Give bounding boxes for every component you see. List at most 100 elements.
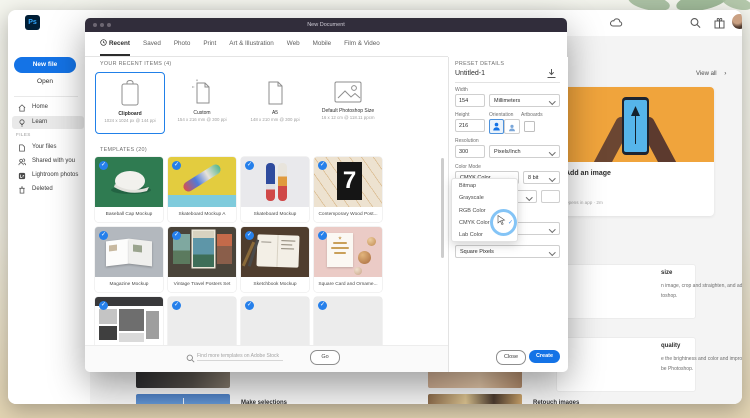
tip-line: toshop. [661,292,677,301]
tutorial-thumb-make-selections[interactable] [136,394,230,404]
option-grayscale[interactable]: Grayscale [452,192,517,204]
search-icon [186,354,195,363]
tip-card-image-size[interactable]: size n image, crop and straighten, and a… [556,264,696,319]
recent-item-default-photoshop-size[interactable]: Default Photoshop Size 16 x 12 cm @ 118.… [314,72,382,132]
ornament-ball [358,251,371,264]
width-input[interactable] [455,94,485,107]
selected-check-badge [99,301,108,310]
template-square-card-ornaments[interactable]: Square Card and Orname... [314,227,382,292]
template-sketchbook-mockup[interactable]: Sketchbook Mockup [241,227,309,292]
tip-title: size [661,270,672,276]
orientation-portrait-button[interactable] [489,119,504,134]
tutorial-row-label[interactable]: Make selections [241,400,287,404]
magazine-photo [133,244,142,252]
magazine-photo [109,245,117,252]
template-baseball-cap-mockup[interactable]: Baseball Cap Mockup [95,157,163,222]
collage-photo [99,309,117,324]
template-skateboard-mockup[interactable]: Skateboard Mockup [241,157,309,222]
scrollbar-thumb[interactable] [441,158,444,258]
cursor-icon [497,215,506,225]
phone-screen [624,100,647,152]
recent-item-dims: 154 x 216 mm @ 300 ppi [168,117,236,122]
recent-item-dims: 16 x 12 cm @ 118.11 ppcm [314,115,382,120]
stock-search-input[interactable] [197,352,283,361]
collage-photo [119,309,144,331]
account-avatar[interactable] [732,14,742,29]
learn-bulb-icon [18,119,26,127]
people-icon [18,158,26,166]
skateboard-deck [266,163,275,201]
tab-recent[interactable]: Recent [100,32,130,56]
promo-card-add-an-image[interactable]: Add an image Opens in app · 2m [556,87,714,216]
sidebar-item-learn[interactable]: Learn [12,116,84,129]
selected-check-badge [99,161,108,170]
orientation-landscape-button[interactable] [504,119,520,134]
selected-check-badge [318,161,327,170]
selected-check-badge [245,161,254,170]
template-magazine-mockup[interactable]: Magazine Mockup [95,227,163,292]
resolution-unit-select[interactable]: Pixels/Inch [489,145,560,158]
view-all-link[interactable]: View all › [696,70,726,77]
magazine-page [106,239,129,267]
document-name[interactable]: Untitled-1 [455,70,485,77]
template-vintage-travel-posters[interactable]: Vintage Travel Posters Set [168,227,236,292]
template-contemporary-wood-poster[interactable]: 7 Contemporary Wood Post... [314,157,382,222]
template-name: Skateboard Mockup [241,207,309,222]
go-button[interactable]: Go [310,350,340,365]
handwriting [281,248,294,249]
tutorial-thumb-retouch-images[interactable] [428,394,522,404]
tab-mobile[interactable]: Mobile [313,32,332,56]
width-unit-select[interactable]: Millimeters [489,94,560,107]
home-icon [18,104,26,112]
tab-art-illustration[interactable]: Art & Illustration [229,32,273,56]
new-file-button[interactable]: New file [14,57,76,73]
sidebar-item-home[interactable]: Home [12,101,84,114]
sidebar-item-deleted[interactable]: Deleted [12,183,84,196]
ornament-ball [367,237,376,246]
sidebar-item-your-files[interactable]: Your files [12,141,84,154]
preset-details-header: PRESET DETAILS [455,61,504,67]
recent-item-name: Clipboard [96,111,164,117]
custom-page-icon [190,79,214,107]
create-button[interactable]: Create [529,350,560,363]
file-icon [18,144,26,152]
template-skateboard-mockup-a[interactable]: Skateboard Mockup A [168,157,236,222]
selected-check-badge [99,231,108,240]
tip-card-image-quality[interactable]: quality e the brightness and color and i… [556,337,696,392]
template-name: Skateboard Mockup A [168,207,236,222]
promo-card-image [556,87,714,162]
recent-item-a5[interactable]: A5 148 x 210 mm @ 300 ppi [241,72,309,132]
artboards-checkbox[interactable] [524,121,535,132]
tab-photo[interactable]: Photo [174,32,190,56]
sidebar-item-shared-with-you[interactable]: Shared with you [12,155,84,168]
gift-icon[interactable] [713,17,726,29]
tab-saved[interactable]: Saved [143,32,161,56]
handwriting [261,241,271,242]
open-button[interactable]: Open [14,78,76,85]
tab-film-video[interactable]: Film & Video [344,32,380,56]
close-button[interactable]: Close [496,350,526,365]
pixel-aspect-ratio-select[interactable]: Square Pixels [455,245,560,258]
tutorial-row-label[interactable]: Retouch images [533,400,579,404]
bit-depth-select[interactable]: 8 bit [523,171,560,184]
option-bitmap[interactable]: Bitmap [452,180,517,192]
sidebar-item-lightroom-photos[interactable]: Lightroom photos [12,169,84,182]
background-color-swatch[interactable] [541,190,560,203]
tab-print[interactable]: Print [203,32,216,56]
poster-seven: 7 [337,162,362,200]
height-input[interactable] [455,119,485,132]
page-icon [263,79,287,107]
recent-item-custom[interactable]: Custom 154 x 216 mm @ 300 ppi [168,72,236,132]
greeting-card [327,233,353,267]
dialog-title: New Document [85,18,567,32]
search-icon[interactable] [689,17,702,29]
template-name: Contemporary Wood Post... [314,207,382,222]
cloud-sync-icon[interactable] [610,17,623,29]
resolution-input[interactable] [455,145,485,158]
lamp-head [631,106,640,116]
tab-web[interactable]: Web [287,32,300,56]
stock-search-bar: Go [85,345,448,372]
save-preset-icon[interactable] [546,68,557,79]
recent-item-clipboard[interactable]: Clipboard 1024 x 1024 px @ 144 ppi [95,72,165,134]
orientation-label: Orientation [489,112,513,118]
